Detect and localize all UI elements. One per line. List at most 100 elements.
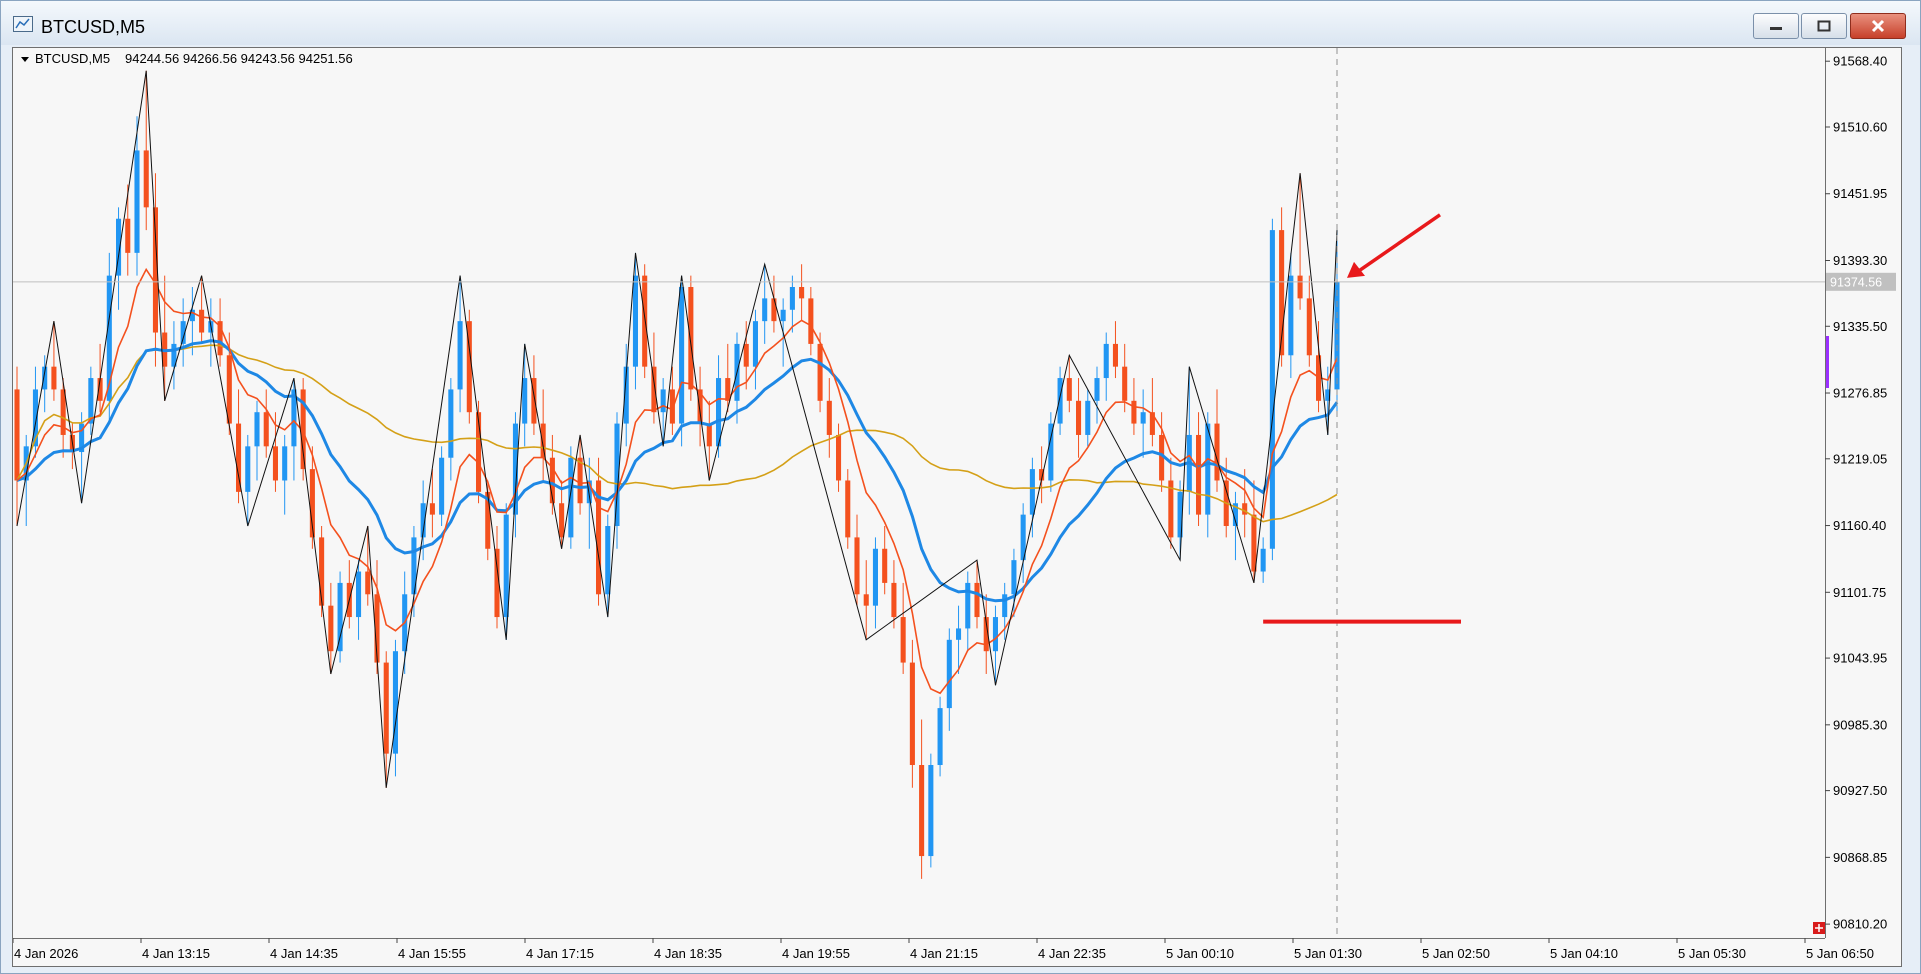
candle-body [651, 366, 657, 413]
chart-window: BTCUSD,M5 91568.40 91510.60 91451.95 91393.… [0, 0, 1921, 974]
time-tick-label: 4 Jan 13:15 [142, 946, 210, 961]
current-price-tag: 91374.56 [1826, 272, 1896, 291]
candle-body [854, 537, 860, 595]
candle-body [771, 298, 777, 322]
candle-body [1066, 378, 1072, 401]
candle-body [1297, 275, 1303, 299]
candle [1029, 457, 1035, 538]
candle-body [577, 457, 583, 504]
price-tick-label: 91335.50 [1833, 319, 1887, 334]
price-tick-label: 91101.75 [1833, 585, 1886, 600]
candle-body [1085, 400, 1091, 435]
window-title: BTCUSD,M5 [41, 17, 146, 37]
candle-body [143, 150, 149, 208]
candle [245, 434, 251, 527]
candle-body [559, 503, 565, 538]
candle-body [872, 548, 878, 606]
candle-body [282, 446, 288, 481]
chart-area[interactable]: 91568.40 91510.60 91451.95 91393.30 91335.50… [12, 47, 1902, 967]
price-tick-label: 91451.95 [1833, 186, 1887, 201]
candle-body [1205, 423, 1211, 515]
candle-body [365, 571, 371, 595]
candle [1085, 389, 1091, 447]
candle-body [568, 457, 574, 538]
time-tick-label: 4 Jan 14:35 [270, 946, 338, 961]
time-tick-label: 5 Jan 02:50 [1422, 946, 1490, 961]
candle [457, 275, 463, 413]
arrow-shaft [1358, 213, 1441, 273]
candle [217, 298, 223, 367]
maximize-icon [1817, 20, 1831, 32]
candle-body [900, 617, 906, 663]
candle-body [226, 355, 232, 424]
candle [909, 639, 915, 788]
candle [716, 355, 722, 458]
time-tick-label: 5 Jan 00:10 [1166, 946, 1234, 961]
candle-body [642, 275, 648, 367]
candle [1159, 412, 1165, 492]
candle [1260, 537, 1266, 583]
minimize-button[interactable] [1753, 13, 1799, 39]
candle [826, 378, 832, 458]
symbol-header: BTCUSD,M5 94244.56 94266.56 94243.56 942… [21, 51, 353, 66]
candle-body [1103, 343, 1109, 379]
candle-body [789, 287, 795, 310]
candle [125, 184, 131, 276]
candle [522, 343, 528, 447]
time-tick-label: 5 Jan 01:30 [1294, 946, 1362, 961]
time-tick-label: 4 Jan 17:15 [526, 946, 594, 961]
candle-body [679, 287, 685, 424]
close-button[interactable] [1850, 13, 1906, 39]
candle-body [1196, 434, 1202, 515]
candle-body [817, 343, 823, 401]
candle-body [457, 321, 463, 390]
price-tick-label: 90868.85 [1833, 850, 1887, 865]
candle [900, 582, 906, 674]
time-tick-label: 4 Jan 15:55 [398, 946, 466, 961]
candle [586, 457, 592, 549]
candle-body [319, 537, 325, 606]
candle [1048, 412, 1054, 492]
candle-body [199, 309, 205, 333]
scale-fix-icon[interactable] [1813, 922, 1825, 934]
candle-body [134, 150, 140, 253]
candle-body [51, 366, 57, 390]
time-tick-label: 4 Jan 22:35 [1038, 946, 1106, 961]
price-tick-label: 91219.05 [1833, 451, 1887, 466]
collapse-triangle-icon[interactable] [21, 57, 29, 62]
candle [808, 287, 814, 356]
candle-body [1011, 560, 1017, 595]
candle-body [909, 662, 915, 766]
candle [799, 264, 805, 322]
candle-body [762, 298, 768, 322]
time-tick-label: 5 Jan 05:30 [1678, 946, 1746, 961]
candle-body [1002, 594, 1008, 618]
candle-body [383, 662, 389, 754]
price-chart[interactable]: 91568.40 91510.60 91451.95 91393.30 91335.50… [13, 48, 1901, 966]
candle-body [946, 639, 952, 709]
title-bar[interactable]: BTCUSD,M5 [1, 1, 1920, 45]
candle [106, 252, 112, 424]
candle-body [236, 423, 242, 492]
candle-body [1029, 469, 1035, 515]
candle-body [1260, 548, 1266, 572]
candle [752, 309, 758, 390]
candle-body [1094, 378, 1100, 401]
maximize-button[interactable] [1801, 13, 1847, 39]
candle [762, 264, 768, 344]
time-axis: 4 Jan 2026 4 Jan 13:15 4 Jan 14:35 4 Jan 15… [13, 938, 1874, 961]
chart-window-icon [13, 16, 33, 32]
price-tick-label: 90810.20 [1833, 917, 1887, 932]
symbol-label: BTCUSD,M5 [35, 51, 110, 66]
candle-body [1131, 400, 1137, 424]
volume-marker [1826, 336, 1829, 388]
candle [503, 503, 509, 640]
candle [1279, 207, 1285, 367]
minimize-icon [1770, 27, 1782, 30]
price-tick-label: 91276.85 [1833, 386, 1887, 401]
candle-body [743, 343, 749, 367]
candle-body [808, 298, 814, 344]
candle [282, 434, 288, 515]
red-ma-line [16, 267, 1338, 695]
candle [1039, 446, 1045, 504]
